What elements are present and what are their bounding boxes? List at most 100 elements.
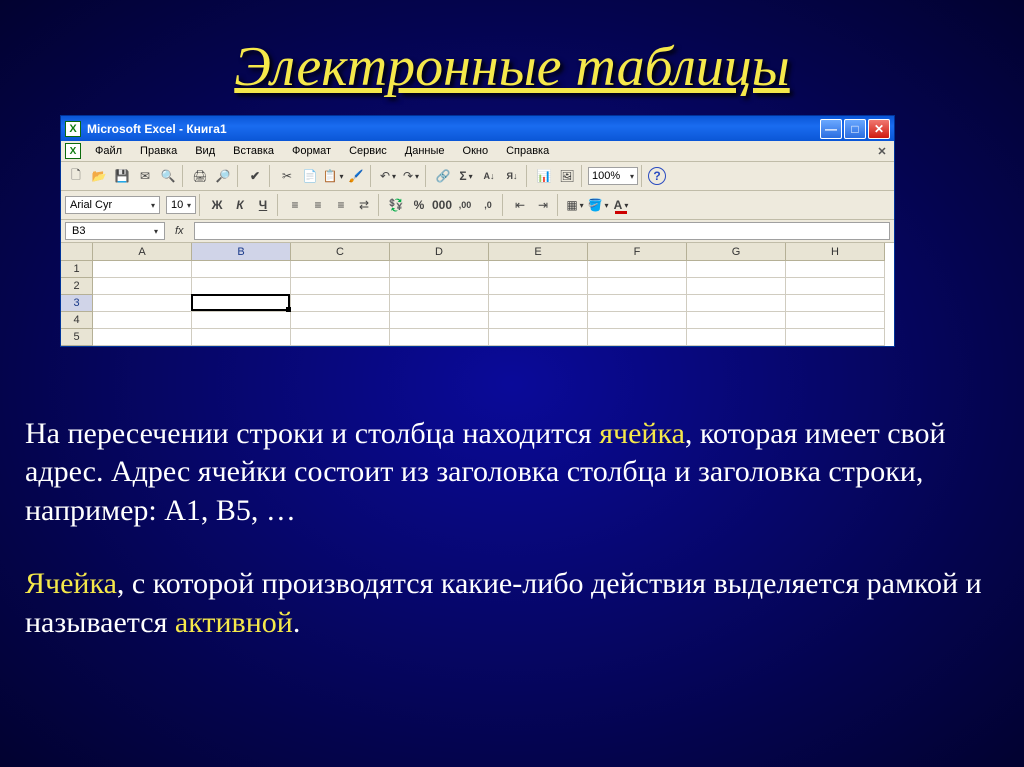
doc-close-button[interactable]: ✕ xyxy=(874,144,890,158)
redo-icon[interactable]: ↷▾ xyxy=(400,165,422,187)
save-icon[interactable]: 💾 xyxy=(111,165,133,187)
menu-data[interactable]: Данные xyxy=(397,143,453,159)
email-icon[interactable]: ✉ xyxy=(134,165,156,187)
fill-color-icon[interactable]: 🪣▾ xyxy=(587,194,609,216)
cell-E1[interactable] xyxy=(489,261,588,278)
comma-icon[interactable]: 000 xyxy=(431,194,453,216)
cell-G4[interactable] xyxy=(687,312,786,329)
menu-tools[interactable]: Сервис xyxy=(341,143,395,159)
help-icon[interactable]: ? xyxy=(648,167,666,185)
align-right-icon[interactable]: ≡ xyxy=(330,194,352,216)
minimize-button[interactable]: — xyxy=(820,119,842,139)
cell-C5[interactable] xyxy=(291,329,390,346)
cell-G1[interactable] xyxy=(687,261,786,278)
col-header-F[interactable]: F xyxy=(588,243,687,261)
cell-A3[interactable] xyxy=(93,295,192,312)
col-header-B[interactable]: B xyxy=(192,243,291,261)
cell-G2[interactable] xyxy=(687,278,786,295)
increase-decimal-icon[interactable]: ,00 xyxy=(454,194,476,216)
currency-icon[interactable]: 💱 xyxy=(385,194,407,216)
cell-D5[interactable] xyxy=(390,329,489,346)
cell-F3[interactable] xyxy=(588,295,687,312)
format-painter-icon[interactable]: 🖌️ xyxy=(345,165,367,187)
merge-center-icon[interactable]: ⇄ xyxy=(353,194,375,216)
cell-B5[interactable] xyxy=(192,329,291,346)
cell-F1[interactable] xyxy=(588,261,687,278)
align-center-icon[interactable]: ≡ xyxy=(307,194,329,216)
maximize-button[interactable]: □ xyxy=(844,119,866,139)
cell-E5[interactable] xyxy=(489,329,588,346)
zoom-combo[interactable]: 100%▾ xyxy=(588,167,638,185)
italic-button[interactable]: К xyxy=(229,194,251,216)
cell-C2[interactable] xyxy=(291,278,390,295)
print-preview-icon[interactable]: 🔎 xyxy=(212,165,234,187)
close-button[interactable]: ✕ xyxy=(868,119,890,139)
spelling-icon[interactable]: ✔ xyxy=(244,165,266,187)
decrease-decimal-icon[interactable]: ,0 xyxy=(477,194,499,216)
col-header-G[interactable]: G xyxy=(687,243,786,261)
undo-icon[interactable]: ↶▾ xyxy=(377,165,399,187)
percent-icon[interactable]: % xyxy=(408,194,430,216)
chart-wizard-icon[interactable]: 📊 xyxy=(533,165,555,187)
cell-H4[interactable] xyxy=(786,312,885,329)
select-all-corner[interactable] xyxy=(61,243,93,261)
menu-insert[interactable]: Вставка xyxy=(225,143,282,159)
decrease-indent-icon[interactable]: ⇤ xyxy=(509,194,531,216)
fx-button[interactable]: fx xyxy=(169,225,190,237)
row-header-4[interactable]: 4 xyxy=(61,312,93,329)
cell-D4[interactable] xyxy=(390,312,489,329)
cell-G3[interactable] xyxy=(687,295,786,312)
copy-icon[interactable]: 📄 xyxy=(299,165,321,187)
cell-D2[interactable] xyxy=(390,278,489,295)
cell-A1[interactable] xyxy=(93,261,192,278)
cell-D3[interactable] xyxy=(390,295,489,312)
cell-H1[interactable] xyxy=(786,261,885,278)
name-box[interactable]: B3▾ xyxy=(65,222,165,240)
print-icon[interactable]: 🖨 xyxy=(189,165,211,187)
cell-D1[interactable] xyxy=(390,261,489,278)
cell-A5[interactable] xyxy=(93,329,192,346)
underline-button[interactable]: Ч xyxy=(252,194,274,216)
menu-window[interactable]: Окно xyxy=(455,143,497,159)
cell-A2[interactable] xyxy=(93,278,192,295)
col-header-A[interactable]: A xyxy=(93,243,192,261)
cell-E3[interactable] xyxy=(489,295,588,312)
cell-A4[interactable] xyxy=(93,312,192,329)
bold-button[interactable]: Ж xyxy=(206,194,228,216)
drawing-icon[interactable]: 🖼 xyxy=(556,165,578,187)
col-header-H[interactable]: H xyxy=(786,243,885,261)
cell-H5[interactable] xyxy=(786,329,885,346)
menu-edit[interactable]: Правка xyxy=(132,143,185,159)
cell-C1[interactable] xyxy=(291,261,390,278)
cell-B1[interactable] xyxy=(192,261,291,278)
new-icon[interactable]: 🗋 xyxy=(65,165,87,187)
menu-view[interactable]: Вид xyxy=(187,143,223,159)
formula-input[interactable] xyxy=(194,222,890,240)
cells-area[interactable] xyxy=(93,261,894,346)
menu-help[interactable]: Справка xyxy=(498,143,557,159)
paste-icon[interactable]: 📋▾ xyxy=(322,165,344,187)
cell-F2[interactable] xyxy=(588,278,687,295)
cut-icon[interactable]: ✂ xyxy=(276,165,298,187)
col-header-E[interactable]: E xyxy=(489,243,588,261)
open-icon[interactable]: 📂 xyxy=(88,165,110,187)
search-icon[interactable]: 🔍 xyxy=(157,165,179,187)
cell-C3[interactable] xyxy=(291,295,390,312)
col-header-D[interactable]: D xyxy=(390,243,489,261)
font-size-combo[interactable]: 10▾ xyxy=(166,196,196,214)
cell-B2[interactable] xyxy=(192,278,291,295)
row-header-5[interactable]: 5 xyxy=(61,329,93,346)
align-left-icon[interactable]: ≡ xyxy=(284,194,306,216)
cell-E4[interactable] xyxy=(489,312,588,329)
cell-E2[interactable] xyxy=(489,278,588,295)
increase-indent-icon[interactable]: ⇥ xyxy=(532,194,554,216)
cell-F5[interactable] xyxy=(588,329,687,346)
sort-desc-icon[interactable]: Я↓ xyxy=(501,165,523,187)
menu-format[interactable]: Формат xyxy=(284,143,339,159)
borders-icon[interactable]: ▦▾ xyxy=(564,194,586,216)
row-header-1[interactable]: 1 xyxy=(61,261,93,278)
hyperlink-icon[interactable]: 🔗 xyxy=(432,165,454,187)
cell-B4[interactable] xyxy=(192,312,291,329)
col-header-C[interactable]: C xyxy=(291,243,390,261)
row-header-3[interactable]: 3 xyxy=(61,295,93,312)
